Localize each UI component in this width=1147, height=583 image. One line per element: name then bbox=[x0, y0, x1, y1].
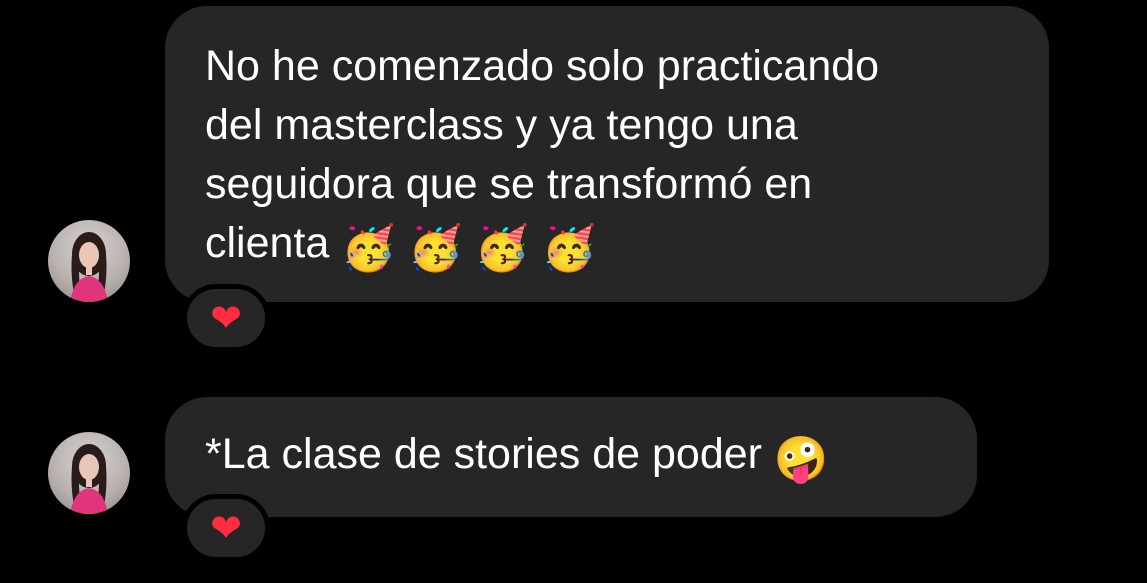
partying-face-emoji-icon: 🥳 bbox=[341, 223, 397, 274]
zany-face-emoji-icon: 🤪 bbox=[773, 434, 829, 485]
reaction-badge[interactable]: ❤ bbox=[182, 494, 270, 562]
partying-face-emoji-icon: 🥳 bbox=[408, 223, 463, 274]
message-text: *La clase de stories de poder bbox=[205, 430, 774, 478]
heart-icon: ❤ bbox=[210, 296, 242, 340]
sender-avatar[interactable] bbox=[48, 432, 130, 514]
profile-photo-icon bbox=[70, 444, 108, 514]
message-bubble[interactable]: *La clase de stories de poder 🤪 bbox=[165, 397, 977, 517]
reaction-badge[interactable]: ❤ bbox=[182, 284, 270, 352]
emoji-row: 🥳 🥳 🥳 🥳 bbox=[341, 219, 596, 271]
sender-avatar[interactable] bbox=[48, 220, 130, 302]
partying-face-emoji-icon: 🥳 bbox=[474, 223, 530, 274]
partying-face-emoji-icon: 🥳 bbox=[541, 223, 597, 274]
message-bubble[interactable]: No he comenzado solo practicando del mas… bbox=[165, 6, 1049, 302]
profile-photo-icon bbox=[70, 232, 108, 302]
heart-icon: ❤ bbox=[210, 506, 242, 550]
